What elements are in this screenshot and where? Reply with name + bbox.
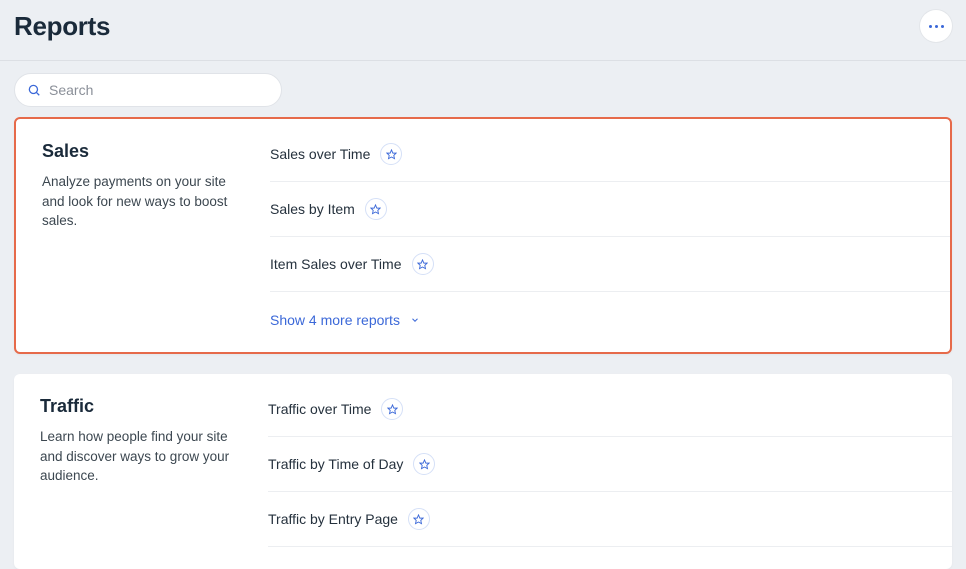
star-icon [419,459,430,470]
report-row: Sales over Time [270,141,950,182]
page-header: Reports [0,0,966,61]
category-title: Traffic [40,396,244,417]
favorite-button[interactable] [380,143,402,165]
star-icon [417,259,428,270]
search-bar-wrap [0,61,966,117]
report-list: Sales over Time Sales by Item Item Sales… [270,141,950,330]
report-row: Sales by Item [270,182,950,237]
search-icon [27,83,41,97]
more-icon [929,25,944,28]
report-row: Traffic by Entry Page [268,492,952,547]
report-list: Traffic over Time Traffic by Time of Day… [268,396,952,547]
favorite-button[interactable] [412,253,434,275]
search-input[interactable] [49,82,269,98]
star-icon [387,404,398,415]
category-summary: Sales Analyze payments on your site and … [42,141,270,330]
category-title: Sales [42,141,246,162]
favorite-button[interactable] [365,198,387,220]
favorite-button[interactable] [381,398,403,420]
report-link[interactable]: Traffic over Time [268,401,371,417]
category-card-sales: Sales Analyze payments on your site and … [14,117,952,354]
category-description: Learn how people find your site and disc… [40,427,244,486]
star-icon [370,204,381,215]
report-link[interactable]: Item Sales over Time [270,256,402,272]
report-link[interactable]: Sales by Item [270,201,355,217]
show-more-button[interactable]: Show 4 more reports [270,292,950,330]
report-row: Traffic over Time [268,396,952,437]
favorite-button[interactable] [408,508,430,530]
category-list: Sales Analyze payments on your site and … [0,117,966,569]
report-link[interactable]: Traffic by Time of Day [268,456,403,472]
report-link[interactable]: Sales over Time [270,146,370,162]
star-icon [413,514,424,525]
favorite-button[interactable] [413,453,435,475]
star-icon [386,149,397,160]
category-description: Analyze payments on your site and look f… [42,172,246,231]
show-more-label: Show 4 more reports [270,312,400,328]
report-link[interactable]: Traffic by Entry Page [268,511,398,527]
report-row: Item Sales over Time [270,237,950,292]
page-title: Reports [14,11,110,42]
report-row: Traffic by Time of Day [268,437,952,492]
search-box[interactable] [14,73,282,107]
category-card-traffic: Traffic Learn how people find your site … [14,374,952,569]
more-actions-button[interactable] [920,10,952,42]
category-summary: Traffic Learn how people find your site … [40,396,268,547]
chevron-down-icon [410,315,420,325]
